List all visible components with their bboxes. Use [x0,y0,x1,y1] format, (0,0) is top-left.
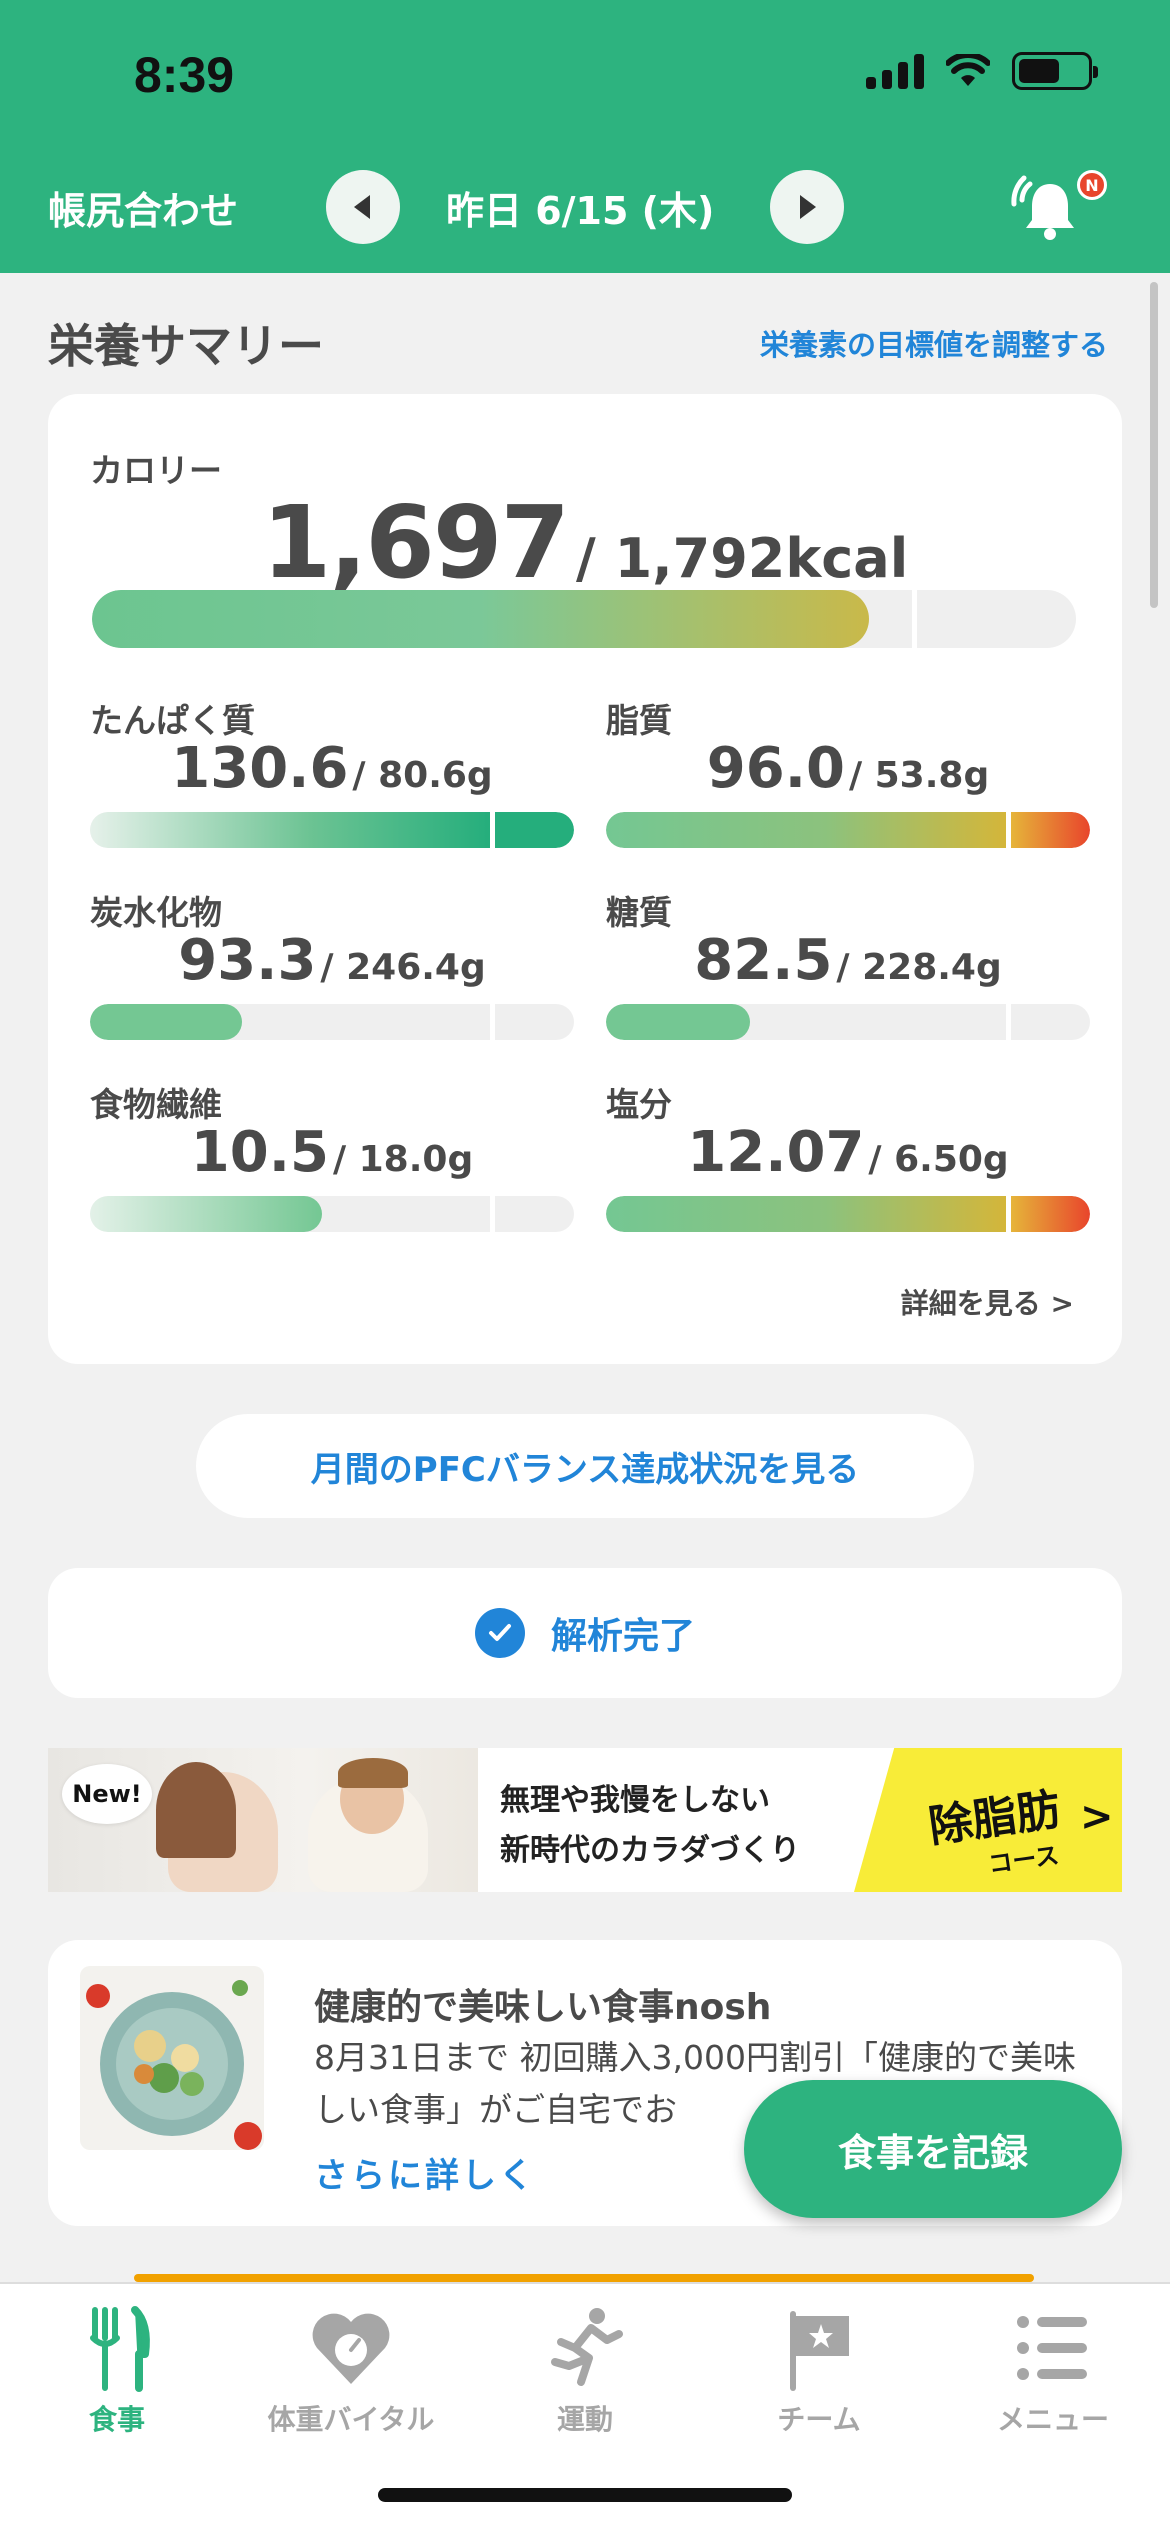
adjust-mode-label[interactable]: 帳尻合わせ [48,180,238,235]
next-day-button[interactable] [770,170,844,244]
nutrient-value: 93.3 [178,928,317,993]
nutrient-3: 糖質 82.5/ 228.4g [606,886,1090,1062]
check-icon [474,1608,525,1658]
nutrient-value: 12.07 [687,1120,865,1185]
nutrient-5: 塩分 12.07/ 6.50g [606,1078,1090,1254]
nutrient-value: 82.5 [694,928,833,993]
tab-meals[interactable]: 食事 [0,2304,234,2436]
cellular-signal-icon [866,53,924,89]
nutrient-progress-bar [606,1004,1090,1040]
nutrient-target: / 18.0g [332,1139,474,1180]
nutrient-2: 炭水化物 93.3/ 246.4g [90,886,574,1062]
nutrient-label: 糖質 [606,893,672,932]
nutrient-values: 130.6/ 80.6g [90,736,574,801]
banner-line-2: 新時代のカラダづくり [500,1833,800,1868]
battery-icon [1012,52,1098,90]
tab-label: 運動 [556,2403,613,2436]
adjust-targets-link[interactable]: 栄養素の目標値を調整する [760,322,1108,364]
summary-title: 栄養サマリー [48,319,324,373]
details-link[interactable]: 詳細を見る > [901,1282,1074,1322]
status-time: 8:39 [134,47,235,103]
nutrient-values: 93.3/ 246.4g [90,928,574,993]
nutrient-label: 食物繊維 [90,1085,222,1124]
nutrient-4: 食物繊維 10.5/ 18.0g [90,1078,574,1254]
nutrient-target: / 228.4g [836,947,1002,988]
nutrient-label: 炭水化物 [90,893,222,932]
notification-badge: N [1077,170,1107,200]
status-icons [866,52,1098,90]
tab-label: 食事 [88,2403,145,2436]
nutrition-summary-card: カロリー 1,697/ 1,792kcal たんぱく質 130.6/ 80.6g 脂… [48,394,1122,1364]
record-meal-button[interactable]: 食事を記録 [744,2080,1122,2218]
nutrient-label: たんぱく質 [90,701,255,740]
nutrient-label: 塩分 [606,1085,672,1124]
calorie-target: / 1,792kcal [576,527,909,590]
tab-menu[interactable]: メニュー [936,2304,1170,2436]
banner-copy: 無理や我慢をしない 新時代のカラダづくり [500,1776,800,1876]
wifi-icon [946,54,990,86]
ad-title: 健康的で美味しい食事nosh [314,1987,772,2028]
nutrient-label: 脂質 [606,701,672,740]
nutrient-0: たんぱく質 130.6/ 80.6g [90,694,574,870]
tab-team[interactable]: チーム [702,2304,936,2436]
app-header: 8:39 帳尻合わせ 昨日 6/15 (木) N [0,0,1170,273]
calorie-progress-bar [92,590,1076,648]
nutrient-progress-bar [90,1196,574,1232]
chevron-right-icon: > [1080,1794,1114,1840]
nutrient-target: / 6.50g [868,1139,1009,1180]
fat-loss-course-banner[interactable]: New! 無理や我慢をしない 新時代のカラダづくり 除脂肪 コース > [48,1748,1122,1892]
ad-more-link[interactable]: さらに詳しく [314,2148,536,2197]
analysis-status-text: 解析完了 [550,1616,695,1657]
nutrient-value: 130.6 [171,736,349,801]
calorie-value: 1,697 [261,484,570,601]
triangle-left-icon [354,195,370,219]
flag-icon [790,2311,849,2391]
menu-list-icon [1017,2316,1087,2380]
triangle-right-icon [800,195,816,219]
nutrient-1: 脂質 96.0/ 53.8g [606,694,1090,870]
nutrient-progress-bar [90,1004,574,1040]
tab-label: チーム [777,2403,861,2436]
heart-scale-icon [312,2313,390,2384]
nutrient-progress-bar [90,812,574,848]
home-indicator [378,2488,792,2502]
tab-weight-vitals[interactable]: 体重バイタル [234,2304,468,2436]
fork-knife-icon [90,2306,150,2392]
nutrient-target: / 246.4g [320,947,486,988]
nutrient-values: 12.07/ 6.50g [606,1120,1090,1185]
tab-label: 体重バイタル [267,2403,435,2436]
new-badge: New! [62,1764,152,1824]
tab-exercise[interactable]: 運動 [468,2304,702,2436]
tab-label: メニュー [996,2403,1109,2436]
runner-icon [551,2308,623,2386]
ad-food-image [80,1966,264,2150]
calorie-values: 1,697/ 1,792kcal [48,484,1122,601]
nutrient-target: / 53.8g [848,755,990,796]
nutrient-value: 10.5 [190,1120,329,1185]
nutrient-values: 82.5/ 228.4g [606,928,1090,993]
pfc-balance-button[interactable]: 月間のPFCバランス達成状況を見る [196,1414,974,1518]
current-date: 昨日 6/15 (木) [446,189,715,233]
scrollbar[interactable] [1150,282,1158,608]
nutrient-values: 96.0/ 53.8g [606,736,1090,801]
nutrient-values: 10.5/ 18.0g [90,1120,574,1185]
nutrient-progress-bar [606,1196,1090,1232]
content-edge-strip [134,2274,1034,2282]
banner-line-1: 無理や我慢をしない [500,1783,770,1818]
nutrient-value: 96.0 [706,736,845,801]
nutrient-target: / 80.6g [352,755,493,796]
nutrient-progress-bar [606,812,1090,848]
prev-day-button[interactable] [326,170,400,244]
analysis-status-card: 解析完了 [48,1568,1122,1698]
